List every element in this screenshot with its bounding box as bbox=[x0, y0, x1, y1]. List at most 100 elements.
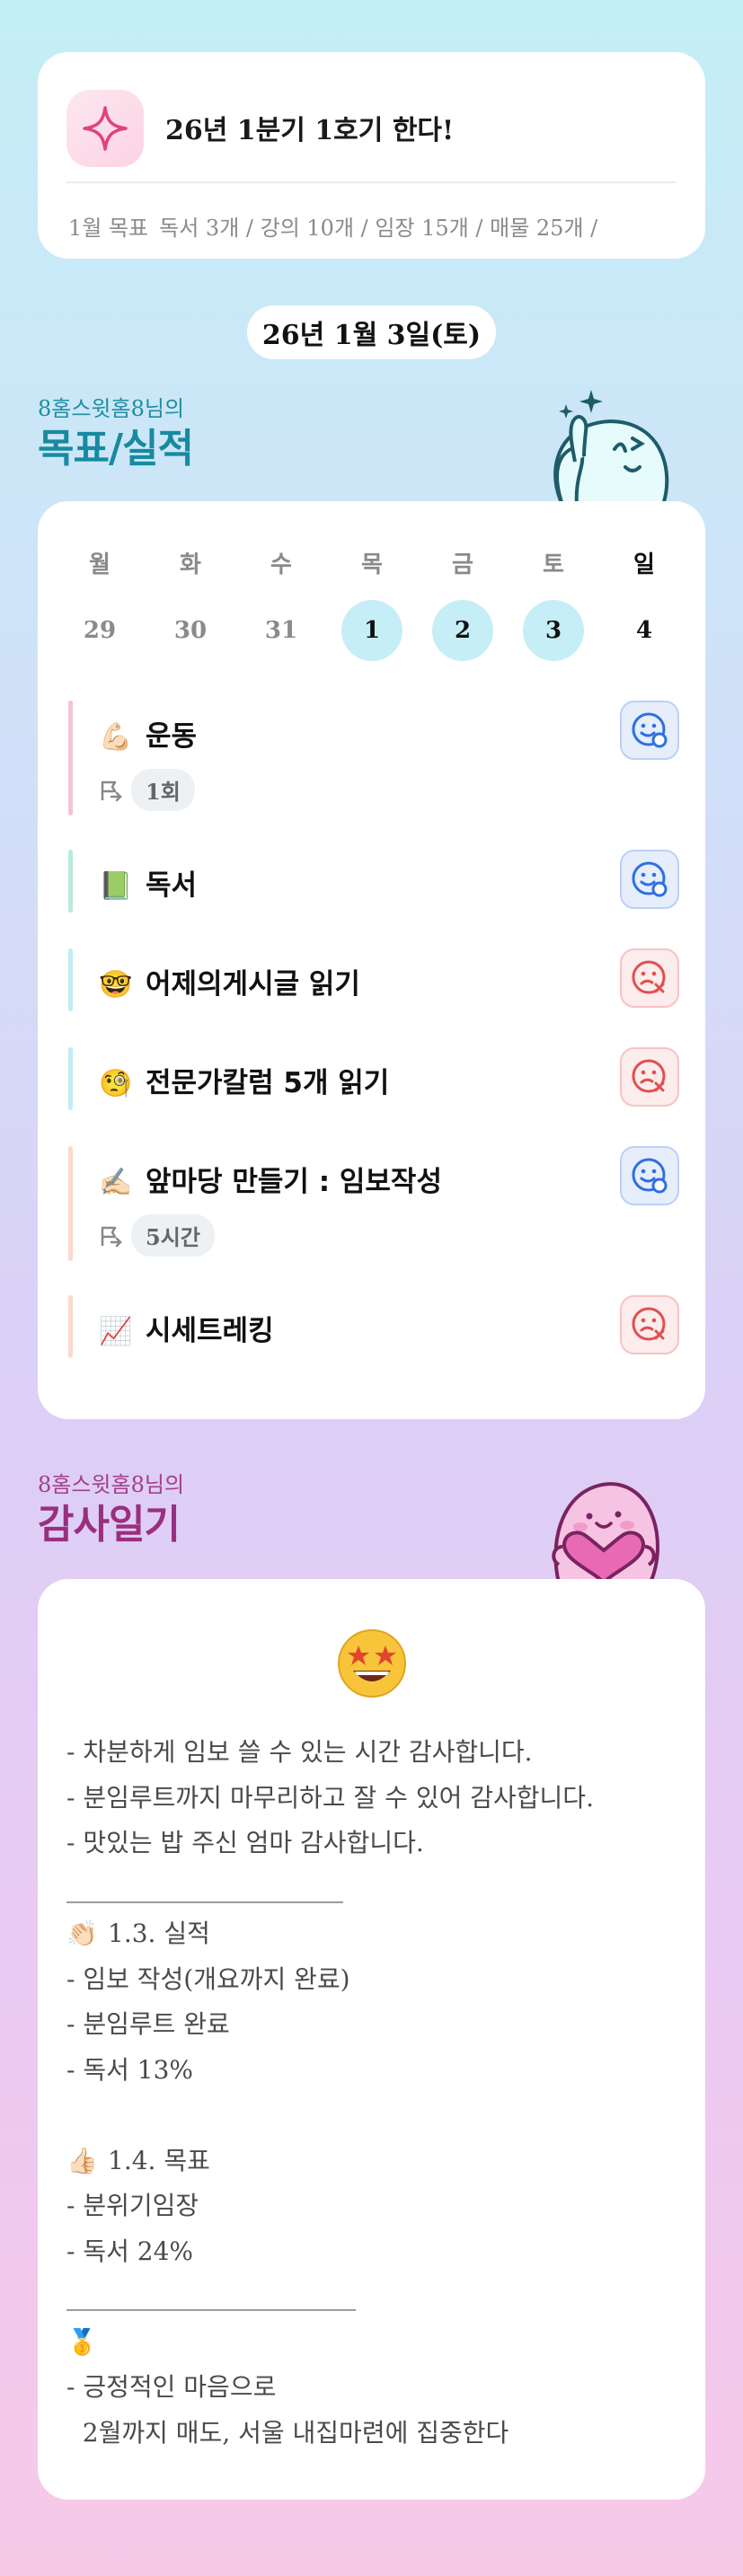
weekday-mon: 월 bbox=[89, 551, 111, 578]
quarter-goal-title: 26년 1분기 1호기 한다! bbox=[165, 115, 455, 146]
weekday-wed: 수 bbox=[270, 551, 292, 578]
monthly-goal-label: 1월 목표 bbox=[68, 216, 149, 241]
diary-blank-line bbox=[66, 2093, 686, 2139]
weekday-tue: 화 bbox=[180, 551, 201, 578]
diary-line-text: ______________________ bbox=[66, 1873, 343, 1903]
monocle-face-icon: 🧐 bbox=[99, 1068, 133, 1099]
diary-line-text: - 분위기임장 bbox=[66, 2191, 199, 2220]
diary-line-text: - 독서 13% bbox=[66, 2054, 194, 2085]
sad-x-icon[interactable] bbox=[620, 1047, 679, 1107]
diary-line: - 임보 작성(개요까지 완료) bbox=[66, 1957, 686, 2003]
diary-line: 👏🏻 1.3. 실적 bbox=[66, 1911, 686, 1957]
task-name: 📗 독서 bbox=[99, 862, 197, 903]
clapping-hands-icon: 👏🏻 bbox=[66, 1919, 98, 1948]
diary-line: - 분임루트 완료 bbox=[66, 2002, 686, 2048]
task-name: ✍🏻 앞마당 만들기 : 임보작성 bbox=[99, 1159, 442, 1199]
task-badge: 5시간 bbox=[99, 1214, 215, 1257]
writing-hand-icon: ✍🏻 bbox=[99, 1167, 133, 1198]
divider bbox=[66, 181, 677, 183]
diary-line-text: - 독서 24% bbox=[66, 2236, 194, 2266]
task-label: 독서 bbox=[146, 869, 198, 902]
diary-divider: _______________________ bbox=[66, 2274, 686, 2320]
repeat-flag-icon bbox=[101, 1226, 122, 1247]
nerd-face-icon: 🤓 bbox=[99, 969, 133, 1001]
task-label: 어제의게시글 읽기 bbox=[146, 968, 360, 1001]
task-name: 💪🏻 운동 bbox=[99, 713, 197, 754]
task-color-bar bbox=[68, 1295, 73, 1358]
green-book-icon: 📗 bbox=[99, 870, 133, 902]
day-2[interactable]: 2 bbox=[432, 600, 493, 661]
gratitude-diary-card: - 차분하게 임보 쓸 수 있는 시간 감사합니다. - 분임루트까지 마무리하… bbox=[38, 1579, 705, 2500]
star-struck-icon bbox=[38, 1624, 705, 1705]
task-color-bar bbox=[68, 1146, 73, 1261]
task-badge: 1회 bbox=[99, 769, 195, 811]
goals-section-title: 목표/실적 bbox=[38, 426, 194, 472]
task-color-bar bbox=[68, 701, 73, 816]
task-item[interactable]: 🧐 전문가칼럼 5개 읽기 bbox=[68, 1047, 679, 1110]
task-color-bar bbox=[68, 850, 73, 913]
sparkle-icon bbox=[66, 90, 144, 167]
diary-line: - 맛있는 밥 주신 엄마 감사합니다. bbox=[66, 1821, 686, 1866]
ghost-mascot-icon bbox=[553, 390, 669, 505]
chart-increasing-icon: 📈 bbox=[99, 1316, 133, 1347]
task-item[interactable]: 📗 독서 bbox=[68, 850, 679, 913]
diary-line: 🥇 bbox=[66, 2320, 686, 2366]
diary-line-text: - 분임루트까지 마무리하고 잘 수 있어 감사합니다. bbox=[66, 1782, 594, 1813]
task-item[interactable]: ✍🏻 앞마당 만들기 : 임보작성 5시간 bbox=[68, 1146, 679, 1261]
day-31[interactable]: 31 bbox=[250, 600, 313, 661]
diary-divider: ______________________ bbox=[66, 1866, 686, 1912]
smile-check-icon[interactable] bbox=[620, 850, 679, 909]
task-name: 🧐 전문가칼럼 5개 읽기 bbox=[99, 1060, 389, 1100]
monthly-goal: 1월 목표 독서 3개 / 강의 10개 / 임장 15개 / 매물 25개 / bbox=[68, 210, 608, 242]
sad-x-icon[interactable] bbox=[620, 1295, 679, 1354]
diary-line-text: - 차분하게 임보 쓸 수 있는 시간 감사합니다. bbox=[66, 1737, 533, 1767]
day-4[interactable]: 4 bbox=[613, 600, 676, 661]
task-duration-chip: 5시간 bbox=[131, 1214, 215, 1257]
day-30[interactable]: 30 bbox=[159, 600, 222, 661]
heart-mascot-icon bbox=[552, 1482, 660, 1583]
task-item[interactable]: 📈 시세트레킹 bbox=[68, 1295, 679, 1358]
day-3[interactable]: 3 bbox=[523, 600, 584, 661]
weekday-fri: 금 bbox=[452, 551, 473, 578]
diary-line-text: 1.3. 실적 bbox=[108, 1919, 210, 1948]
gold-medal-icon: 🥇 bbox=[66, 2326, 98, 2357]
task-name: 🤓 어제의게시글 읽기 bbox=[99, 961, 360, 1001]
diary-line: - 긍정적인 마음으로 bbox=[66, 2365, 686, 2411]
task-color-bar bbox=[68, 948, 73, 1011]
flexed-biceps-icon: 💪🏻 bbox=[99, 721, 133, 753]
smile-check-icon[interactable] bbox=[620, 1146, 679, 1205]
quarter-goal-card: 26년 1분기 1호기 한다! 1월 목표 독서 3개 / 강의 10개 / 임장… bbox=[38, 52, 705, 259]
diary-line-text: _______________________ bbox=[66, 2281, 356, 2311]
diary-line: - 독서 24% bbox=[66, 2229, 686, 2275]
diary-line-text: 1.4. 목표 bbox=[108, 2145, 210, 2175]
diary-line-text: - 맛있는 밥 주신 엄마 감사합니다. bbox=[66, 1828, 424, 1857]
diary-line-text: - 긍정적인 마음으로 bbox=[66, 2372, 277, 2402]
goals-card: 월 화 수 목 금 토 일 29 30 31 1 2 3 4 💪🏻 운동 1회 📗… bbox=[38, 501, 705, 1419]
smile-check-icon[interactable] bbox=[620, 701, 679, 760]
diary-line: 2월까지 매도, 서울 내집마련에 집중한다 bbox=[66, 2411, 686, 2457]
task-label: 시세트레킹 bbox=[146, 1315, 274, 1347]
day-29[interactable]: 29 bbox=[68, 600, 131, 661]
diary-line: 👍🏻 1.4. 목표 bbox=[66, 2139, 686, 2184]
day-1[interactable]: 1 bbox=[341, 600, 402, 661]
diary-line-text: - 분임루트 완료 bbox=[66, 2009, 230, 2039]
repeat-flag-icon bbox=[101, 781, 122, 801]
diary-line-text: 2월까지 매도, 서울 내집마련에 집중한다 bbox=[66, 2417, 509, 2448]
task-label: 앞마당 만들기 : 임보작성 bbox=[146, 1166, 442, 1198]
thumbs-up-icon: 👍🏻 bbox=[66, 2145, 98, 2175]
diary-section-title: 감사일기 bbox=[38, 1502, 181, 1548]
weekday-sun: 일 bbox=[633, 551, 655, 578]
diary-line-text: - 임보 작성(개요까지 완료) bbox=[66, 1963, 350, 1994]
diary-text: - 차분하게 임보 쓸 수 있는 시간 감사합니다. - 분임루트까지 마무리하… bbox=[66, 1730, 686, 2456]
diary-line: - 차분하게 임보 쓸 수 있는 시간 감사합니다. bbox=[66, 1730, 686, 1776]
task-count-chip: 1회 bbox=[131, 769, 195, 811]
task-name: 📈 시세트레킹 bbox=[99, 1308, 274, 1348]
monthly-goal-text: 독서 3개 / 강의 10개 / 임장 15개 / 매물 25개 / bbox=[159, 216, 598, 241]
date-pill[interactable]: 26년 1월 3일(토) bbox=[247, 305, 496, 359]
diary-line: - 분임루트까지 마무리하고 잘 수 있어 감사합니다. bbox=[66, 1776, 686, 1822]
task-item[interactable]: 🤓 어제의게시글 읽기 bbox=[68, 948, 679, 1011]
diary-line: - 분위기임장 bbox=[66, 2183, 686, 2229]
sad-x-icon[interactable] bbox=[620, 948, 679, 1008]
diary-line: - 독서 13% bbox=[66, 2048, 686, 2094]
task-item[interactable]: 💪🏻 운동 1회 bbox=[68, 701, 679, 816]
